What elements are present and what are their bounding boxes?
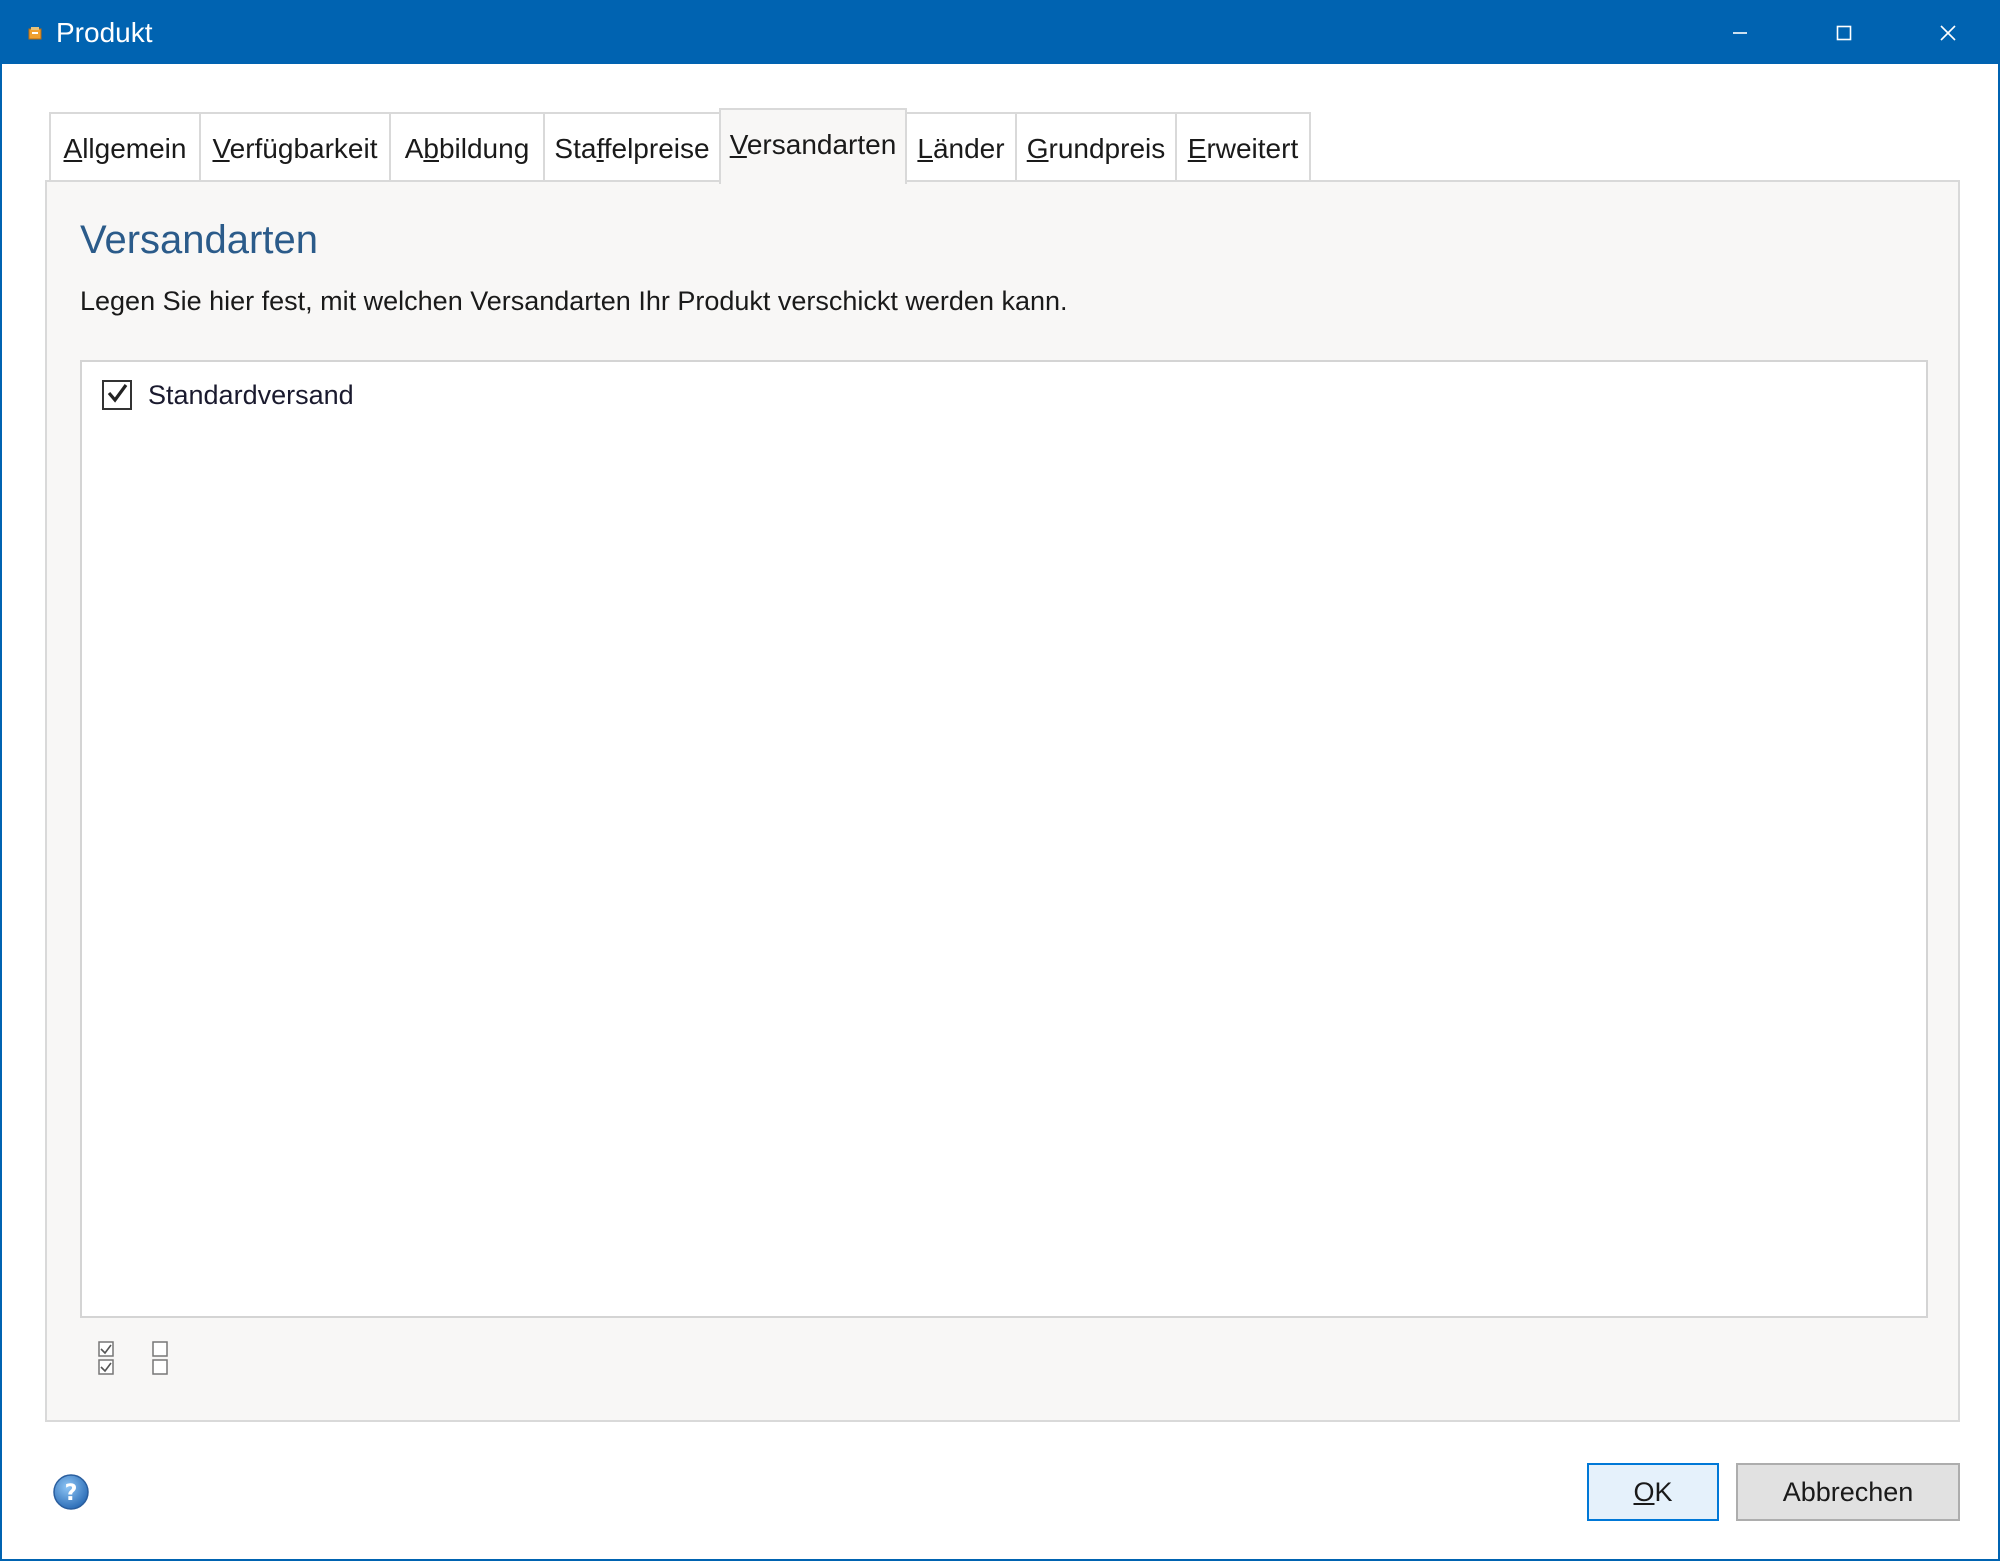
standardversand-checkbox[interactable] [102, 380, 132, 410]
tab-erweitert[interactable]: Erweitert [1175, 112, 1311, 182]
tab-verfuegbarkeit[interactable]: Verfügbarkeit [199, 112, 391, 182]
tab-allgemein[interactable]: Allgemein [49, 112, 201, 182]
close-icon [1939, 24, 1957, 42]
tab-panel-versandarten: Versandarten Legen Sie hier fest, mit we… [45, 180, 1960, 1422]
window-title: Produkt [56, 17, 153, 48]
maximize-icon [1835, 24, 1853, 42]
maximize-button[interactable] [1792, 2, 1896, 64]
list-item[interactable]: Standardversand [102, 378, 354, 412]
product-dialog-window: Produkt Allgemein Verfügbarkeit Abbildun… [0, 0, 2000, 1561]
title-bar[interactable]: Produkt [2, 2, 1998, 64]
tab-staffelpreise[interactable]: Staffelpreise [543, 112, 721, 182]
app-icon [28, 26, 42, 40]
tab-laender[interactable]: Länder [905, 112, 1017, 182]
help-icon[interactable]: ? [52, 1473, 90, 1511]
tab-versandarten[interactable]: Versandarten [719, 108, 907, 184]
svg-text:?: ? [65, 1481, 78, 1506]
tab-grundpreis[interactable]: Grundpreis [1015, 112, 1177, 182]
minimize-icon [1731, 24, 1749, 42]
minimize-button[interactable] [1688, 2, 1792, 64]
select-none-icon[interactable] [151, 1340, 173, 1380]
cancel-button[interactable]: Abbrechen [1736, 1463, 1960, 1521]
close-button[interactable] [1896, 2, 2000, 64]
ok-button[interactable]: OK [1587, 1463, 1719, 1521]
page-description: Legen Sie hier fest, mit welchen Versand… [80, 286, 1068, 316]
select-all-icon[interactable] [97, 1340, 119, 1380]
checkmark-icon [105, 381, 129, 410]
page-title: Versandarten [80, 218, 318, 262]
list-item-label: Standardversand [148, 379, 354, 410]
tab-abbildung[interactable]: Abbildung [389, 112, 545, 182]
shipping-method-list[interactable]: Standardversand [80, 360, 1928, 1318]
